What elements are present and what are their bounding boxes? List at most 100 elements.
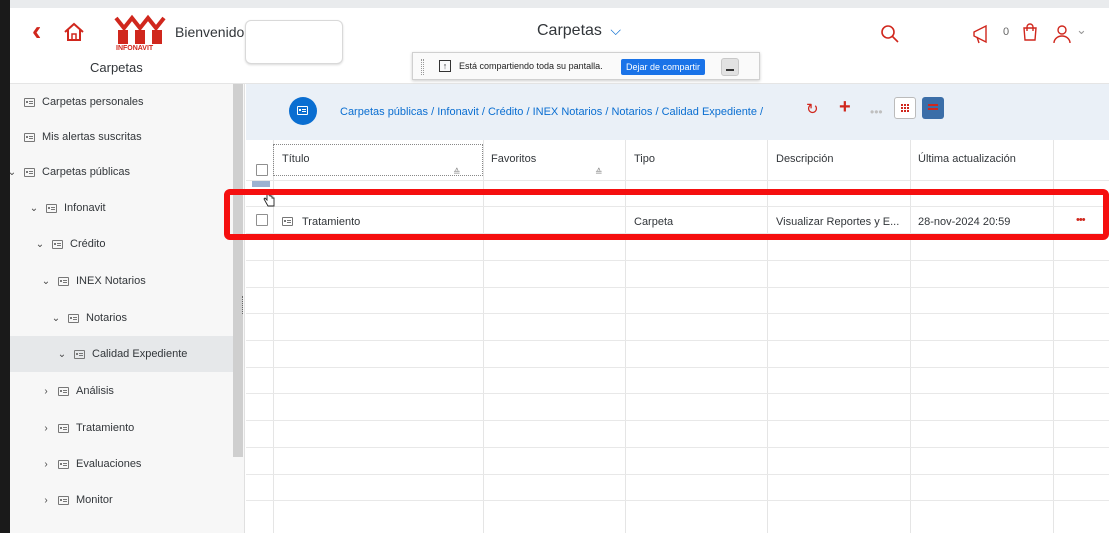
breadcrumb[interactable]: Carpetas públicas / Infonavit / Crédito … [340, 106, 763, 118]
chevron-down-icon: ⌵ [610, 22, 621, 38]
logo-text: INFONAVIT [116, 45, 154, 52]
window-edge [0, 0, 10, 533]
header-tipo[interactable]: Tipo [634, 153, 655, 165]
folder-icon [58, 459, 69, 469]
user-icon[interactable] [1050, 22, 1074, 46]
chevron-right-icon: › [44, 422, 48, 434]
row-divider [246, 393, 1109, 394]
top-strip [10, 0, 1109, 8]
chevron-down-icon: ⌄ [57, 348, 67, 360]
row-divider [246, 313, 1109, 314]
sidebar-item-carpetas-publicas[interactable]: ⌄ Carpetas públicas [6, 154, 229, 190]
header-titulo[interactable]: Título [282, 153, 310, 165]
folder-icon [58, 495, 69, 505]
sidebar-item-label: Infonavit [64, 202, 106, 214]
more-icon[interactable]: ••• [870, 102, 883, 122]
sidebar-item-label: Evaluaciones [76, 458, 142, 470]
folder-icon [68, 313, 79, 323]
sidebar-item-label: Calidad Expediente [92, 348, 188, 360]
minimize-button[interactable] [721, 58, 739, 76]
app-title: Carpetas [537, 22, 602, 39]
chevron-right-icon: › [44, 458, 48, 470]
folder-icon [24, 132, 35, 142]
folder-badge [289, 97, 317, 125]
folder-icon [24, 167, 35, 177]
sort-icon[interactable]: ≙ [453, 167, 461, 178]
drag-ghost [252, 181, 270, 187]
sidebar-item-tratamiento[interactable]: › Tratamiento [40, 410, 263, 446]
row-divider [246, 287, 1109, 288]
row-divider [246, 500, 1109, 501]
share-screen-icon: ↑ [439, 60, 451, 72]
sidebar-item-evaluaciones[interactable]: › Evaluaciones [40, 446, 263, 482]
sidebar-item-label: Carpetas públicas [42, 166, 131, 178]
header-favoritos[interactable]: Favoritos [491, 153, 536, 165]
folder-icon [74, 349, 85, 359]
sidebar-title: Carpetas [90, 60, 143, 75]
row-divider [246, 447, 1109, 448]
breadcrumb-bar: Carpetas públicas / Infonavit / Crédito … [246, 84, 1109, 140]
sidebar: Carpetas personales Mis alertas suscrita… [8, 84, 245, 533]
back-icon[interactable]: ‹ [32, 16, 41, 46]
notification-count: 0 [1003, 26, 1010, 38]
folder-icon [46, 203, 57, 213]
sidebar-item-carpetas-personales[interactable]: Carpetas personales [18, 84, 241, 120]
folder-icon [58, 423, 69, 433]
sidebar-item-inex-notarios[interactable]: ⌄ INEX Notarios [40, 263, 263, 299]
sort-icon[interactable]: ≙ [595, 167, 603, 178]
sidebar-item-label: Análisis [76, 385, 114, 397]
folder-icon [52, 239, 63, 249]
list-view-icon[interactable] [922, 97, 944, 119]
row-divider [246, 260, 1109, 261]
app-title-menu[interactable]: Carpetas ⌵ [537, 22, 621, 40]
stop-sharing-button[interactable]: Dejar de compartir [621, 59, 706, 75]
sidebar-item-label: INEX Notarios [76, 275, 146, 287]
shell-header: ‹ INFONAVIT Bienvenido: Carpetas Carpeta… [10, 8, 1109, 84]
folder-icon [58, 276, 69, 286]
screen-share-bar: ↑ Está compartiendo toda su pantalla. De… [412, 52, 760, 80]
search-icon[interactable] [878, 22, 902, 46]
row-divider [246, 367, 1109, 368]
header-ultima-actualizacion[interactable]: Última actualización [918, 153, 1016, 165]
megaphone-icon[interactable] [970, 22, 994, 46]
chevron-right-icon: › [44, 385, 48, 397]
chevron-down-icon: ⌄ [35, 238, 45, 250]
drag-handle[interactable] [421, 59, 424, 75]
username-box [245, 20, 343, 64]
screen: ‹ INFONAVIT Bienvenido: Carpetas Carpeta… [0, 0, 1109, 533]
sidebar-item-mis-alertas[interactable]: Mis alertas suscritas [18, 119, 241, 155]
highlight-annotation [224, 189, 1109, 240]
chevron-down-icon: ⌄ [7, 166, 17, 178]
chevron-down-icon: ⌄ [51, 312, 61, 324]
home-icon[interactable] [60, 18, 88, 46]
sidebar-item-label: Crédito [70, 238, 106, 250]
sidebar-item-label: Carpetas personales [42, 96, 144, 108]
sidebar-scrollbar[interactable] [233, 84, 243, 457]
header-descripcion[interactable]: Descripción [776, 153, 833, 165]
sidebar-item-label: Monitor [76, 494, 113, 506]
welcome-label: Bienvenido: [175, 24, 249, 40]
sidebar-item-label: Notarios [86, 312, 127, 324]
select-all-checkbox[interactable] [256, 164, 268, 176]
sidebar-item-infonavit[interactable]: ⌄ Infonavit [28, 190, 251, 226]
add-icon[interactable]: + [839, 97, 851, 117]
refresh-icon[interactable]: ↻ [806, 100, 819, 120]
row-divider [246, 474, 1109, 475]
sidebar-item-label: Mis alertas suscritas [42, 131, 142, 143]
folder-icon [24, 97, 35, 107]
sidebar-item-analisis[interactable]: › Análisis [40, 373, 263, 409]
sidebar-item-monitor[interactable]: › Monitor [40, 482, 263, 518]
folder-icon [297, 106, 308, 115]
row-divider [246, 420, 1109, 421]
grid-view-icon[interactable] [894, 97, 916, 119]
pane-resize-handle[interactable] [242, 296, 245, 314]
chevron-down-icon[interactable]: ⌄ [1076, 22, 1087, 38]
row-divider [246, 340, 1109, 341]
share-message: Está compartiendo toda su pantalla. [459, 61, 603, 71]
shopping-icon[interactable] [1018, 22, 1042, 46]
sidebar-item-calidad-expediente[interactable]: ⌄ Calidad Expediente [10, 336, 233, 372]
sidebar-item-label: Tratamiento [76, 422, 135, 434]
chevron-down-icon: ⌄ [41, 275, 51, 287]
chevron-down-icon: ⌄ [29, 202, 39, 214]
folder-icon [58, 386, 69, 396]
